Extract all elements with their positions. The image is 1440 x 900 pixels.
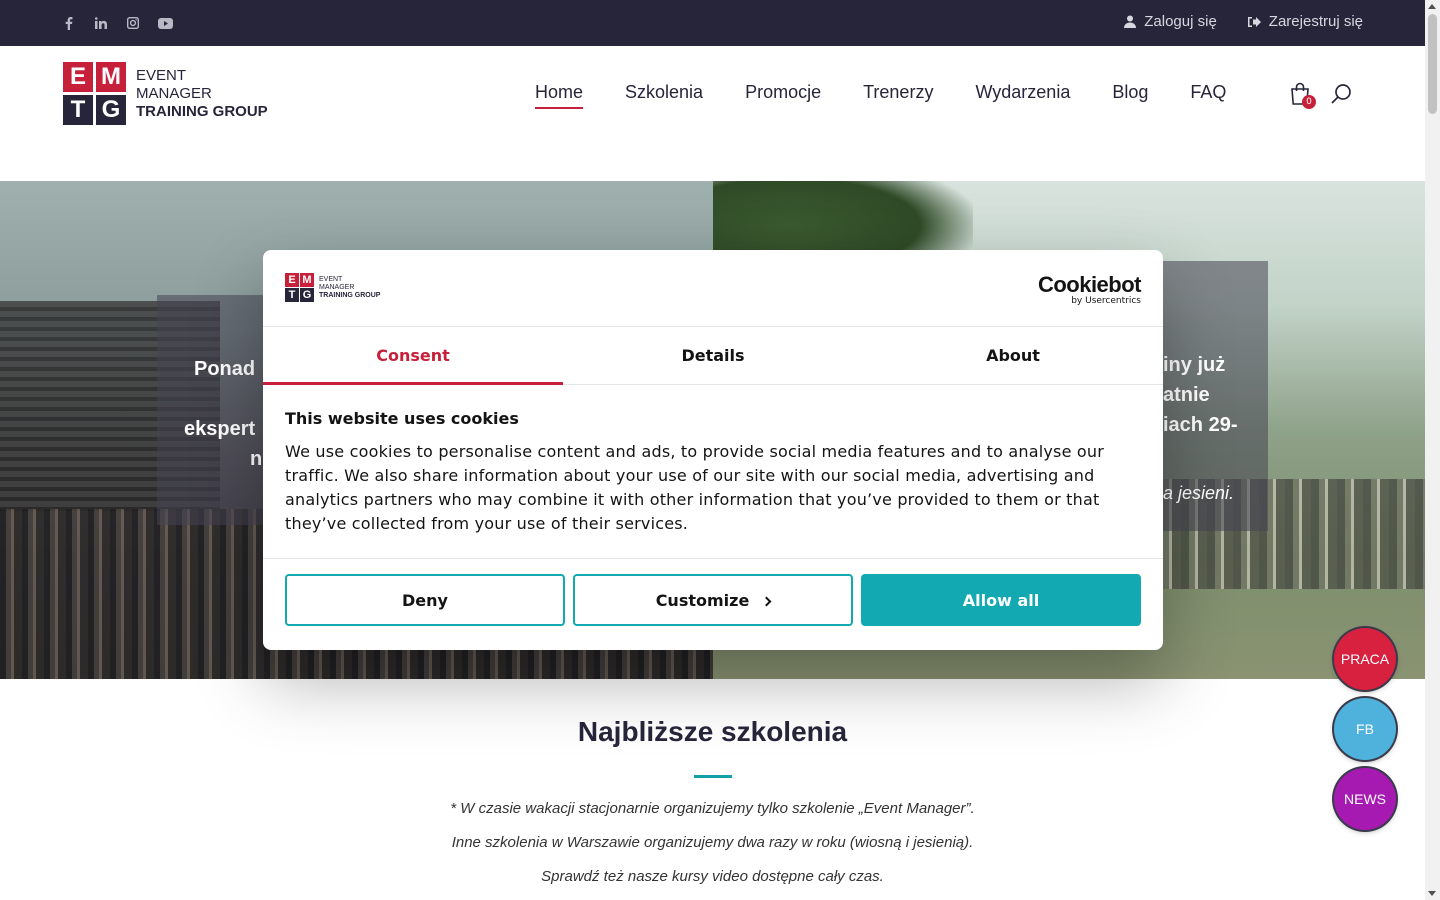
login-label: Zaloguj się bbox=[1144, 13, 1217, 30]
top-bar: Zaloguj się Zarejestruj się bbox=[0, 0, 1425, 46]
hero-left-text-2: ekspert bbox=[184, 418, 256, 440]
dialog-logo-line-3: TRAINING GROUP bbox=[319, 291, 381, 299]
scroll-up-arrow[interactable] bbox=[1428, 4, 1436, 9]
search-icon[interactable] bbox=[1331, 83, 1353, 105]
nav-blog[interactable]: Blog bbox=[1112, 82, 1148, 103]
nav-wydarzenia[interactable]: Wydarzenia bbox=[975, 82, 1070, 103]
dialog-logo-letter-m: M bbox=[300, 273, 314, 287]
customize-label: Customize bbox=[655, 590, 750, 610]
user-icon bbox=[1124, 15, 1137, 28]
dialog-header: E M T G EVENT MANAGER TRAINING GROUP Coo… bbox=[263, 250, 1163, 327]
customize-button[interactable]: Customize bbox=[573, 574, 853, 626]
scroll-down-arrow[interactable] bbox=[1428, 891, 1436, 896]
dialog-logo-wordmark: EVENT MANAGER TRAINING GROUP bbox=[319, 276, 380, 300]
linkedin-icon[interactable] bbox=[92, 14, 110, 32]
logo-letter-e: E bbox=[63, 62, 93, 92]
tab-details[interactable]: Details bbox=[563, 327, 863, 384]
register-link[interactable]: Zarejestruj się bbox=[1247, 13, 1363, 30]
sign-in-icon bbox=[1247, 16, 1261, 27]
hero-right-text-1: iny już bbox=[1163, 354, 1226, 376]
section-divider bbox=[694, 775, 732, 778]
dialog-logo-line-1: EVENT bbox=[319, 275, 343, 283]
dialog-logo-letter-t: T bbox=[285, 288, 299, 302]
allow-all-label: Allow all bbox=[962, 590, 1040, 610]
logo-letter-m: M bbox=[96, 62, 126, 92]
dialog-logo-letter-e: E bbox=[285, 273, 299, 287]
news-button[interactable]: NEWS bbox=[1334, 768, 1396, 830]
section-title: Najbliższe szkolenia bbox=[577, 716, 848, 747]
dialog-logo-letter-g: G bbox=[300, 288, 314, 302]
section-note-3: Sprawdź też nasze kursy video dostępne c… bbox=[541, 868, 884, 885]
hero-left-text-1: Ponad bbox=[194, 358, 256, 380]
deny-button[interactable]: Deny bbox=[285, 574, 565, 626]
auth-links: Zaloguj się Zarejestruj się bbox=[1124, 13, 1363, 30]
logo-line-3: TRAINING GROUP bbox=[136, 102, 268, 120]
section-note-2: Inne szkolenia w Warszawie organizujemy … bbox=[451, 834, 974, 851]
login-link[interactable]: Zaloguj się bbox=[1124, 13, 1217, 30]
dialog-logo-mark: E M T G bbox=[285, 273, 314, 302]
logo-line-1: EVENT bbox=[136, 66, 187, 84]
dialog-tabs: Consent Details About bbox=[263, 327, 1163, 385]
dialog-buttons: Deny Customize Allow all bbox=[285, 574, 1141, 626]
social-links bbox=[60, 14, 174, 32]
cart-count-badge: 0 bbox=[1302, 95, 1316, 109]
hero-right-text-2: atnie bbox=[1163, 384, 1210, 406]
tab-consent[interactable]: Consent bbox=[263, 327, 563, 385]
dialog-logo-line-2: MANAGER bbox=[319, 283, 355, 291]
logo-letter-g: G bbox=[96, 95, 126, 125]
register-label: Zarejestruj się bbox=[1268, 13, 1363, 30]
logo-line-2: MANAGER bbox=[136, 84, 212, 102]
facebook-icon[interactable] bbox=[60, 14, 78, 32]
instagram-icon[interactable] bbox=[124, 14, 142, 32]
main-nav: Home Szkolenia Promocje Trenerzy Wydarze… bbox=[535, 82, 1226, 109]
allow-all-button[interactable]: Allow all bbox=[861, 574, 1141, 626]
section-note-1: * W czasie wakacji stacjonarnie organizu… bbox=[450, 800, 975, 817]
nav-home[interactable]: Home bbox=[535, 82, 584, 109]
cookie-consent-dialog: E M T G EVENT MANAGER TRAINING GROUP Coo… bbox=[263, 250, 1163, 650]
hero-right-text-3: iach 29- bbox=[1163, 414, 1238, 436]
nav-trenerzy[interactable]: Trenerzy bbox=[863, 82, 933, 103]
tab-about[interactable]: About bbox=[863, 327, 1163, 384]
site-logo[interactable]: E M T G EVENT MANAGER TRAINING GROUP bbox=[63, 62, 268, 125]
cookiebot-logo[interactable]: Cookiebot by Usercentrics bbox=[1037, 272, 1142, 306]
deny-label: Deny bbox=[402, 590, 448, 610]
logo-mark: E M T G bbox=[63, 62, 126, 125]
dialog-site-logo: E M T G EVENT MANAGER TRAINING GROUP bbox=[285, 273, 380, 302]
scroll-thumb[interactable] bbox=[1428, 14, 1437, 114]
page-scrollbar[interactable] bbox=[1425, 0, 1440, 900]
nav-szkolenia[interactable]: Szkolenia bbox=[625, 82, 703, 103]
logo-wordmark: EVENT MANAGER TRAINING GROUP bbox=[136, 67, 268, 121]
nav-promocje[interactable]: Promocje bbox=[745, 82, 821, 103]
cookiebot-wordmark: Cookiebot bbox=[1037, 272, 1142, 297]
dialog-body: This website uses cookies We use cookies… bbox=[263, 385, 1163, 559]
youtube-icon[interactable] bbox=[156, 14, 174, 32]
dialog-heading: This website uses cookies bbox=[285, 409, 519, 428]
hero-right-italic: a jesieni. bbox=[1163, 483, 1235, 503]
fb-button[interactable]: FB bbox=[1334, 698, 1396, 760]
hero-left-text-3: n bbox=[250, 448, 263, 470]
nav-faq[interactable]: FAQ bbox=[1190, 82, 1226, 103]
dialog-text: We use cookies to personalise content an… bbox=[285, 442, 1105, 533]
praca-button[interactable]: PRACA bbox=[1334, 628, 1396, 690]
chevron-right-icon bbox=[761, 596, 772, 607]
logo-letter-t: T bbox=[63, 95, 93, 125]
